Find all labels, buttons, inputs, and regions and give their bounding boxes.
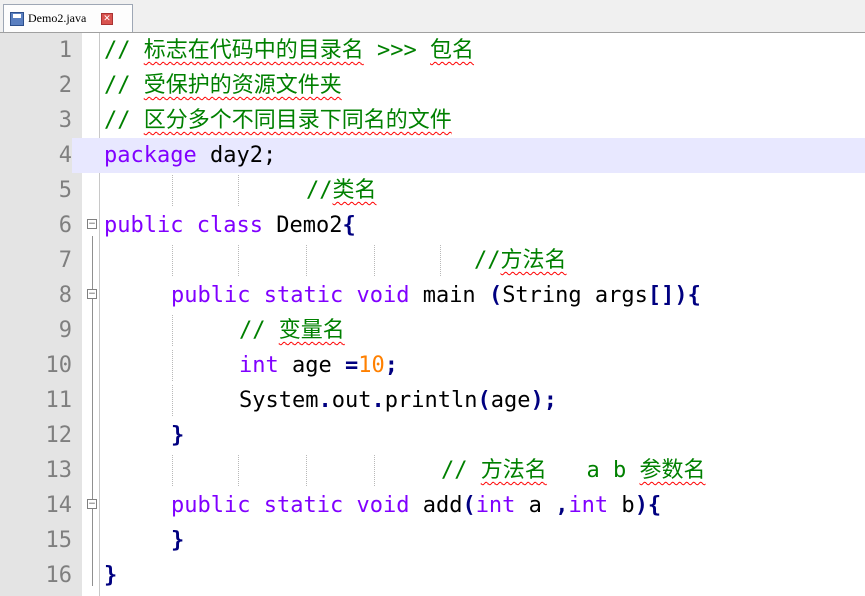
line-text[interactable]: // 受保护的资源文件夹 [104,68,342,103]
tab-bar: Demo2.java ✕ [0,0,865,33]
line-text[interactable]: //类名 [306,173,377,208]
indent-guide [172,385,173,416]
line-number: 7 [58,248,72,273]
save-icon [10,11,24,26]
indent-guide [238,455,239,486]
code-line[interactable]: 10 int age =10; [0,348,865,383]
code-line[interactable]: 11 System.out.println(age); [0,383,865,418]
line-text[interactable]: } [171,523,184,558]
line-number: 16 [45,563,73,588]
line-number: 2 [58,73,72,98]
code-line[interactable]: 2 // 受保护的资源文件夹 [0,68,865,103]
line-number: 8 [58,283,72,308]
line-number: 4 [0,138,72,173]
line-text[interactable]: System.out.println(age); [239,383,557,418]
code-line[interactable]: 5 //类名 [0,173,865,208]
indent-guide [172,175,173,206]
code-line[interactable]: 7 //方法名 [0,243,865,278]
line-number: 11 [45,388,73,413]
fold-toggle-icon[interactable]: − [87,289,97,299]
line-number: 9 [58,318,72,343]
code-line-current[interactable]: 4 package day2; [0,138,865,173]
line-text[interactable]: int age =10; [239,348,398,383]
code-line[interactable]: 6 − public class Demo2{ [0,208,865,243]
line-text[interactable]: public static void add(int a ,int b){ [171,488,661,523]
tab-demo2-java[interactable]: Demo2.java ✕ [3,4,133,32]
indent-guide [440,245,441,276]
code-line[interactable]: 13 // 方法名 a b 参数名 [0,453,865,488]
line-text[interactable]: public static void main (String args[]){ [171,278,701,313]
indent-guide [172,315,173,346]
indent-guide [172,350,173,381]
line-text[interactable]: // 方法名 a b 参数名 [441,453,706,488]
line-number: 14 [45,493,73,518]
line-number: 13 [45,458,73,483]
indent-guide [172,245,173,276]
code-line[interactable]: 8 − public static void main (String args… [0,278,865,313]
line-text[interactable]: // 变量名 [239,313,345,348]
indent-guide [306,245,307,276]
close-icon[interactable]: ✕ [101,12,113,25]
code-line[interactable]: 16 } [0,558,865,593]
code-line[interactable]: 3 // 区分多个不同目录下同名的文件 [0,103,865,138]
line-number: 12 [45,423,73,448]
line-text[interactable]: } [104,558,117,593]
tab-title: Demo2.java [28,11,87,25]
indent-guide [306,455,307,486]
line-text[interactable]: //方法名 [474,243,567,278]
line-text[interactable]: public class Demo2{ [104,208,356,243]
line-text[interactable]: package day2; [104,138,276,173]
line-number: 1 [58,38,72,63]
fold-toggle-icon[interactable]: − [87,499,97,509]
code-editor[interactable]: 1 // 标志在代码中的目录名 >>> 包名 2 // 受保护的资源文件夹 3 … [0,33,865,596]
indent-guide [238,245,239,276]
line-text[interactable]: // 区分多个不同目录下同名的文件 [104,103,452,138]
code-line[interactable]: 12 } [0,418,865,453]
line-text[interactable]: } [171,418,184,453]
line-number: 6 [58,213,72,238]
code-line[interactable]: 1 // 标志在代码中的目录名 >>> 包名 [0,33,865,68]
line-number: 10 [45,353,73,378]
code-line[interactable]: 14 − public static void add(int a ,int b… [0,488,865,523]
indent-guide [374,245,375,276]
line-text[interactable]: // 标志在代码中的目录名 >>> 包名 [104,33,474,68]
line-number: 15 [45,528,73,553]
line-number: 3 [58,108,72,133]
code-line[interactable]: 15 } [0,523,865,558]
fold-toggle-icon[interactable]: − [87,219,97,229]
line-number: 5 [58,178,72,203]
indent-guide [238,175,239,206]
indent-guide [374,455,375,486]
code-line[interactable]: 9 // 变量名 [0,313,865,348]
indent-guide [172,455,173,486]
